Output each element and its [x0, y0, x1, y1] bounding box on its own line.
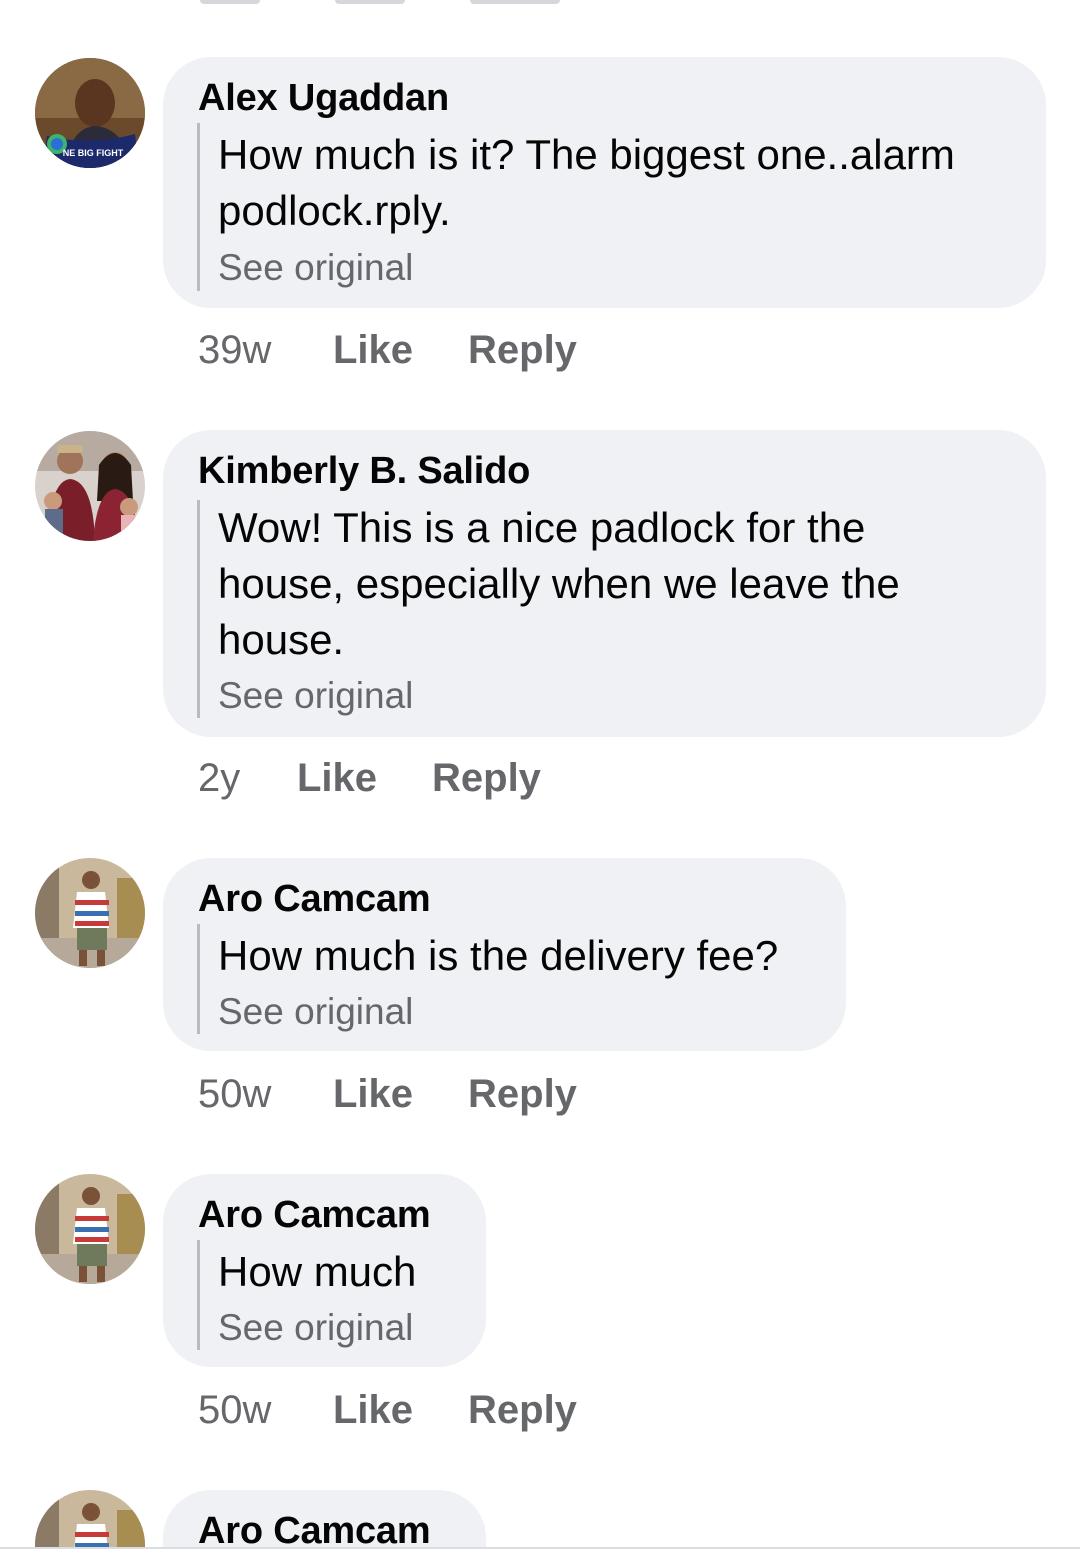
comment-author[interactable]: Aro Camcam [198, 1508, 431, 1547]
avatar[interactable] [35, 431, 145, 541]
comment-bubble[interactable]: Aro Camcam How much is the delivery fee?… [163, 858, 846, 1051]
comment-text: How much is the delivery fee? [218, 932, 779, 979]
reply-button[interactable]: Reply [432, 753, 541, 803]
comment-bubble[interactable]: Alex Ugaddan How much is it? The biggest… [163, 57, 1046, 308]
like-button[interactable]: Like [333, 1385, 413, 1435]
comment-bubble[interactable]: Kimberly B. Salido Wow! This is a nice p… [163, 430, 1046, 737]
comment-text: Wow! This is a nice padlock for the hous… [218, 504, 900, 663]
see-original-link[interactable]: See original [218, 245, 413, 291]
see-original-link[interactable]: See original [218, 989, 413, 1035]
avatar[interactable] [35, 858, 145, 968]
see-original-link[interactable]: See original [218, 673, 413, 719]
comment-author[interactable]: Aro Camcam [198, 876, 431, 922]
avatar-photo-icon [35, 858, 145, 968]
comment-bubble[interactable]: Aro Camcam How much See original [163, 1174, 486, 1367]
comment-timestamp: 50w [198, 1388, 272, 1432]
like-button[interactable]: Like [333, 325, 413, 375]
avatar[interactable]: NE BIG FIGHT [35, 58, 145, 168]
avatar-photo-icon [35, 1174, 145, 1284]
previous-comment-fragment [0, 0, 1080, 8]
translation-quote-bar [197, 500, 200, 718]
comment-text: How much [218, 1248, 417, 1295]
avatar-photo-icon [35, 431, 145, 541]
reply-button[interactable]: Reply [468, 1069, 577, 1119]
comment-timestamp: 39w [198, 328, 272, 372]
reply-button[interactable]: Reply [468, 325, 577, 375]
translation-quote-bar [197, 924, 200, 1034]
comment-author[interactable]: Alex Ugaddan [198, 75, 449, 121]
comment-timestamp: 2y [198, 756, 241, 800]
translation-quote-bar [197, 123, 200, 291]
comment-timestamp: 50w [198, 1072, 272, 1116]
bottom-divider [0, 1547, 1080, 1549]
like-button[interactable]: Like [297, 753, 377, 803]
comment-author[interactable]: Aro Camcam [198, 1192, 431, 1238]
see-original-link[interactable]: See original [218, 1305, 413, 1351]
avatar-badge-text: NE BIG FIGHT [63, 148, 124, 158]
comment-text: How much is it? The biggest one..alarm p… [218, 131, 955, 234]
reply-button[interactable]: Reply [468, 1385, 577, 1435]
comment-bubble[interactable]: Aro Camcam [163, 1490, 486, 1547]
avatar-photo-icon: NE BIG FIGHT [35, 58, 145, 168]
comment-author[interactable]: Kimberly B. Salido [198, 448, 530, 494]
comments-page: NE BIG FIGHT Alex Ugaddan How much is it… [0, 0, 1080, 1565]
avatar-photo-icon [35, 1490, 145, 1547]
translation-quote-bar [197, 1240, 200, 1350]
avatar[interactable] [35, 1490, 145, 1547]
like-button[interactable]: Like [333, 1069, 413, 1119]
avatar[interactable] [35, 1174, 145, 1284]
